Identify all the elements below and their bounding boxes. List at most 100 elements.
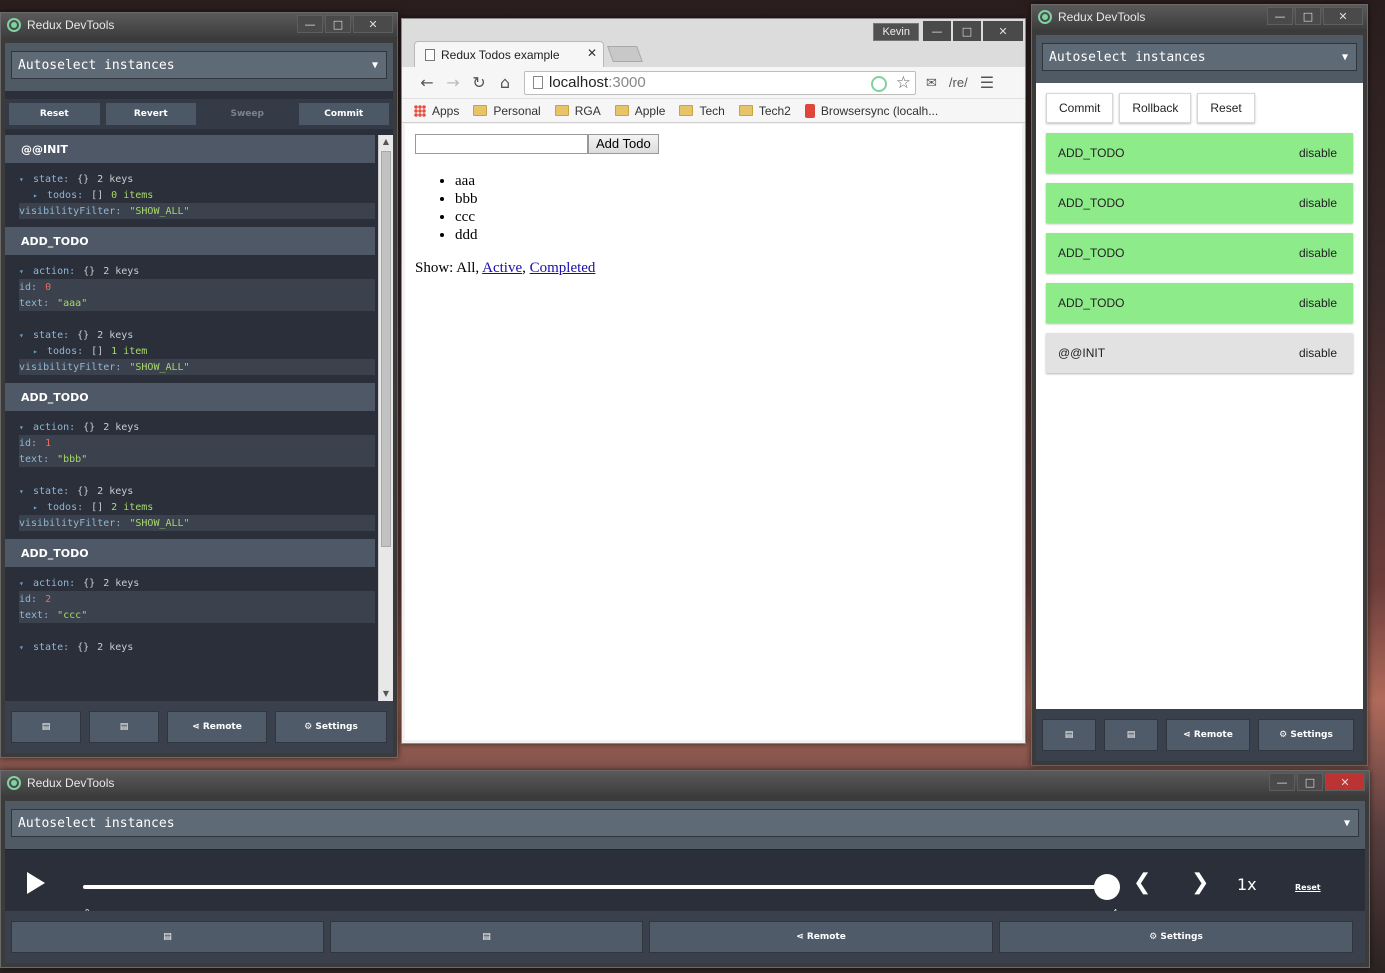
minimize-icon[interactable]: — (1267, 7, 1293, 25)
tree-node-action[interactable]: ▾ action: {} 2 keys (19, 575, 375, 591)
minimize-icon[interactable]: — (923, 21, 951, 41)
scrollbar[interactable]: ▲ ▼ (378, 135, 393, 701)
tree-node-state[interactable]: ▾ state: {} 2 keys (19, 639, 375, 655)
tree-node-text[interactable]: text: "ccc" (19, 607, 375, 623)
commit-button[interactable]: Commit (1046, 93, 1114, 123)
dock-left-button[interactable]: ▤ (11, 711, 81, 743)
filter-completed-link[interactable]: Completed (530, 260, 596, 276)
collapse-arrow-icon[interactable]: ▾ (19, 267, 33, 276)
expand-arrow-icon[interactable]: ▸ (33, 503, 47, 512)
slider-track[interactable] (83, 885, 1107, 889)
expand-arrow-icon[interactable]: ▸ (33, 191, 47, 200)
expand-arrow-icon[interactable]: ▸ (33, 347, 47, 356)
tree-node-todos[interactable]: ▸ todos: [] 1 item (19, 343, 375, 359)
redux-extension-icon[interactable] (871, 75, 887, 92)
action-log-header[interactable]: ADD_TODO (5, 227, 375, 255)
new-tab-button[interactable] (607, 46, 643, 62)
dock-right-button[interactable]: ▤ (1104, 719, 1158, 751)
scroll-thumb[interactable] (381, 151, 391, 547)
action-log-header[interactable]: ADD_TODO (5, 383, 375, 411)
disable-action-button[interactable]: disable (1299, 246, 1337, 260)
action-list-item[interactable]: ADD_TODO disable (1046, 283, 1353, 323)
tree-node-text[interactable]: text: "aaa" (19, 295, 375, 311)
tree-node-todos[interactable]: ▸ todos: [] 2 items (19, 499, 375, 515)
instance-select[interactable]: Autoselect instances ▼ (11, 809, 1359, 837)
collapse-arrow-icon[interactable]: ▾ (19, 423, 33, 432)
rollback-button[interactable]: Rollback (1119, 93, 1192, 123)
tree-node-vf[interactable]: visibilityFilter: "SHOW_ALL" (19, 203, 375, 219)
close-icon[interactable]: ✕ (1325, 773, 1365, 791)
sweep-button[interactable]: Sweep (202, 103, 293, 125)
address-bar[interactable]: localhost:3000 ☆ (524, 70, 916, 95)
todo-input[interactable] (415, 134, 588, 154)
browser-tab[interactable]: Redux Todos example ✕ (414, 41, 604, 67)
back-icon[interactable]: ← (414, 73, 440, 92)
tree-node-action[interactable]: ▾ action: {} 2 keys (19, 419, 375, 435)
step-back-icon[interactable]: ❮ (1133, 870, 1151, 895)
browser-titlebar[interactable]: Redux Todos example ✕ Kevin — □ ✕ (402, 19, 1025, 67)
todo-item[interactable]: aaa (455, 172, 1012, 190)
slider-reset-link[interactable]: Reset (1295, 883, 1321, 892)
left-devtools-titlebar[interactable]: Redux DevTools — □ ✕ (1, 13, 397, 37)
disable-action-button[interactable]: disable (1299, 346, 1337, 360)
extension-label[interactable]: /re/ (949, 75, 968, 90)
settings-button[interactable]: ⚙ Settings (1258, 719, 1354, 751)
step-forward-icon[interactable]: ❯ (1191, 870, 1209, 895)
play-icon[interactable] (27, 872, 45, 894)
collapse-arrow-icon[interactable]: ▾ (19, 487, 33, 496)
remote-button[interactable]: ⋖ Remote (1166, 719, 1250, 751)
collapse-arrow-icon[interactable]: ▾ (19, 579, 33, 588)
tree-node-action[interactable]: ▾ action: {} 2 keys (19, 263, 375, 279)
todo-item[interactable]: ccc (455, 208, 1012, 226)
action-list-item[interactable]: ADD_TODO disable (1046, 133, 1353, 173)
bottom-devtools-titlebar[interactable]: Redux DevTools — □ ✕ (1, 771, 1369, 795)
action-log[interactable]: @@INIT ▾ state:{} 2 keys ▸ todos:[] 0 items vis… (5, 135, 375, 701)
tree-node-text[interactable]: text: "bbb" (19, 451, 375, 467)
tree-node-state[interactable]: ▾ state: {} 2 keys (19, 483, 375, 499)
tree-node-id[interactable]: id: 1 (19, 435, 375, 451)
tab-close-icon[interactable]: ✕ (587, 46, 597, 60)
tree-node-state[interactable]: ▾ state: {} 2 keys (19, 327, 375, 343)
disable-action-button[interactable]: disable (1299, 296, 1337, 310)
dock-left-button[interactable]: ▤ (11, 921, 324, 953)
menu-icon[interactable]: ☰ (980, 73, 994, 93)
close-icon[interactable]: ✕ (1323, 7, 1363, 25)
maximize-icon[interactable]: □ (1297, 773, 1323, 791)
minimize-icon[interactable]: — (297, 15, 323, 33)
action-log-header[interactable]: ADD_TODO (5, 539, 375, 567)
tree-node-vf[interactable]: visibilityFilter: "SHOW_ALL" (19, 515, 375, 531)
right-devtools-titlebar[interactable]: Redux DevTools — □ ✕ (1032, 5, 1367, 29)
action-log-header[interactable]: @@INIT (5, 135, 375, 163)
profile-button[interactable]: Kevin (873, 23, 919, 41)
instance-select[interactable]: Autoselect instances ▼ (11, 51, 387, 79)
todo-item[interactable]: ddd (455, 226, 1012, 244)
dock-right-button[interactable]: ▤ (89, 711, 159, 743)
action-list-item[interactable]: @@INIT disable (1046, 333, 1353, 373)
commit-button[interactable]: Commit (298, 103, 389, 125)
bookmark-browsersync[interactable]: Browsersync (localh... (804, 103, 938, 118)
tree-node-id[interactable]: id: 2 (19, 591, 375, 607)
tree-node-id[interactable]: id: 0 (19, 279, 375, 295)
remote-button[interactable]: ⋖ Remote (649, 921, 993, 953)
scroll-up-icon[interactable]: ▲ (379, 135, 393, 149)
settings-button[interactable]: ⚙ Settings (275, 711, 387, 743)
tree-node-todos[interactable]: ▸ todos: [] 0 items (19, 187, 375, 203)
bookmark-apple[interactable]: Apple (614, 104, 665, 118)
reset-button[interactable]: Reset (9, 103, 100, 125)
maximize-icon[interactable]: □ (1295, 7, 1321, 25)
disable-action-button[interactable]: disable (1299, 146, 1337, 160)
collapse-arrow-icon[interactable]: ▾ (19, 175, 33, 184)
instance-select[interactable]: Autoselect instances ▼ (1042, 43, 1357, 71)
collapse-arrow-icon[interactable]: ▾ (19, 331, 33, 340)
bookmark-personal[interactable]: Personal (473, 104, 541, 118)
speed-selector[interactable]: 1x (1237, 875, 1257, 894)
close-icon[interactable]: ✕ (983, 21, 1023, 41)
reset-button[interactable]: Reset (1197, 93, 1255, 123)
todo-item[interactable]: bbb (455, 190, 1012, 208)
maximize-icon[interactable]: □ (325, 15, 351, 33)
add-todo-button[interactable]: Add Todo (588, 134, 659, 154)
dock-right-button[interactable]: ▤ (330, 921, 643, 953)
tree-node-vf[interactable]: visibilityFilter: "SHOW_ALL" (19, 359, 375, 375)
maximize-icon[interactable]: □ (953, 21, 981, 41)
scroll-down-icon[interactable]: ▼ (379, 687, 393, 701)
